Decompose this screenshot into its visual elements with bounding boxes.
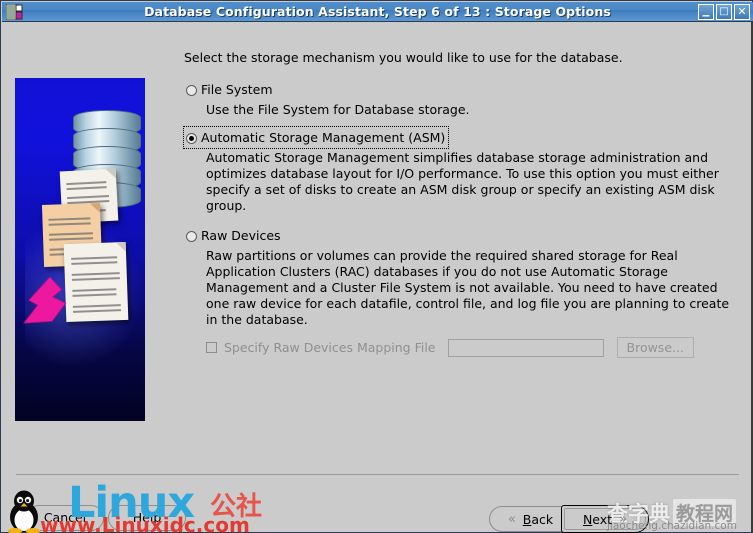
option-asm: Automatic Storage Management (ASM) Autom…: [182, 126, 734, 214]
back-button-label: Back: [522, 511, 554, 527]
radio-row-file-system[interactable]: File System: [184, 79, 276, 100]
option-raw-devices: Raw Devices Raw partitions or volumes ca…: [184, 225, 734, 358]
back-button[interactable]: « Back: [489, 506, 572, 532]
next-button[interactable]: Next »: [561, 505, 649, 533]
maximize-button[interactable]: □: [716, 4, 732, 20]
instruction-text: Select the storage mechanism you would l…: [184, 50, 623, 65]
radio-label-raw-devices: Raw Devices: [201, 228, 281, 243]
option-file-system: File System Use the File System for Data…: [184, 79, 734, 118]
storage-options-panel: Select the storage mechanism you would l…: [182, 50, 734, 360]
radio-row-raw-devices[interactable]: Raw Devices: [184, 225, 284, 246]
close-button[interactable]: ✕: [734, 4, 750, 20]
minimize-button[interactable]: _: [698, 1, 714, 20]
next-button-label: Next: [582, 511, 613, 527]
client-area: Select the storage mechanism you would l…: [2, 22, 753, 533]
window-title: Database Configuration Assistant, Step 6…: [144, 4, 611, 19]
radio-row-asm[interactable]: Automatic Storage Management (ASM): [182, 126, 450, 149]
chevron-left-icon: «: [507, 511, 516, 527]
cancel-button[interactable]: Cancel: [26, 505, 104, 531]
raw-mapping-row: Specify Raw Devices Mapping File Browse.…: [206, 337, 734, 358]
magenta-arrow-icon: [19, 274, 71, 328]
document-page-front: [63, 241, 129, 323]
help-button[interactable]: Help: [108, 505, 186, 531]
description-file-system: Use the File System for Database storage…: [206, 102, 470, 117]
chevron-right-icon: »: [619, 511, 628, 527]
specify-raw-mapping-checkbox[interactable]: [206, 342, 217, 353]
navigation-button-group: « Back Next »: [489, 505, 649, 533]
browse-button[interactable]: Browse...: [616, 337, 694, 358]
radio-raw-devices-icon[interactable]: [186, 231, 197, 242]
maximize-icon: □: [719, 6, 729, 17]
close-icon: ✕: [737, 5, 747, 18]
window-controls: _ □ ✕: [698, 1, 750, 20]
radio-file-system-icon[interactable]: [186, 85, 197, 96]
database-storage-illustration: [15, 78, 145, 421]
radio-label-file-system: File System: [201, 82, 273, 97]
radio-label-asm: Automatic Storage Management (ASM): [201, 130, 446, 145]
application-window: Database Configuration Assistant, Step 6…: [0, 0, 753, 533]
description-raw-devices: Raw partitions or volumes can provide th…: [206, 248, 730, 327]
description-asm: Automatic Storage Management simplifies …: [206, 150, 719, 213]
minimize-icon: _: [702, 1, 710, 17]
footer-separator: [16, 474, 739, 475]
window-frame: Database Configuration Assistant, Step 6…: [0, 0, 753, 533]
title-bar: Database Configuration Assistant, Step 6…: [2, 2, 753, 22]
specify-raw-mapping-label: Specify Raw Devices Mapping File: [224, 340, 436, 355]
raw-mapping-file-input[interactable]: [447, 338, 604, 357]
radio-asm-icon[interactable]: [186, 133, 197, 144]
